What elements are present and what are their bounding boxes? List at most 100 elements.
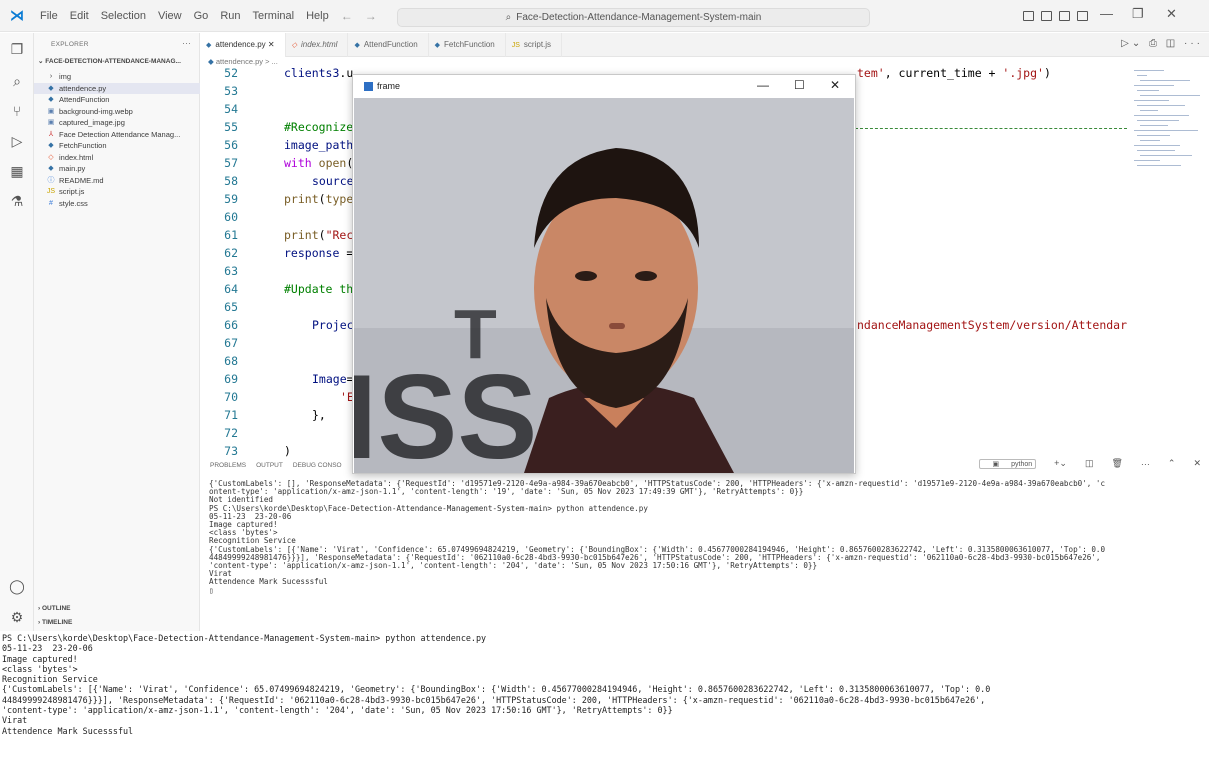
tree-item-background-img[interactable]: ▣ background-img.webp <box>34 106 200 118</box>
tree-item-attendfunction[interactable]: ◆ AttendFunction <box>34 94 200 106</box>
editor-actions[interactable]: ▷⌄ ⎙ ◫ ··· <box>1121 38 1203 49</box>
customize-layout-icon[interactable] <box>1077 11 1088 21</box>
code-line-64[interactable]: #Update th <box>284 282 353 296</box>
explorer-icon[interactable]: ❐ <box>7 39 27 59</box>
account-icon[interactable]: ◯ <box>7 576 27 596</box>
maximize-panel-icon[interactable]: ⌃ <box>1168 458 1176 469</box>
console-output[interactable]: PS C:\Users\korde\Desktop\Face-Detection… <box>0 631 1209 765</box>
frame-titlebar[interactable]: frame — ☐ ✕ <box>353 75 855 97</box>
frame-window[interactable]: frame — ☐ ✕ ISS T <box>352 74 856 474</box>
terminal-selector[interactable]: ▣ python <box>978 458 1037 469</box>
tree-item-pdf[interactable]: ⅄ Face Detection Attendance Manag... <box>34 129 200 141</box>
frame-maximize-icon[interactable]: ☐ <box>794 78 805 92</box>
command-center-search[interactable]: ⌕ Face-Detection-Attendance-Management-S… <box>397 8 870 27</box>
frame-close-icon[interactable]: ✕ <box>830 78 840 92</box>
new-terminal-icon[interactable]: +⌄ <box>1054 458 1067 469</box>
trash-icon[interactable]: 🗑 <box>1111 458 1122 469</box>
line-number: 55 <box>224 120 238 134</box>
code-line-61[interactable]: print("Rec <box>284 228 353 242</box>
code-line-71[interactable]: }, <box>312 408 326 422</box>
menu-help[interactable]: Help <box>300 10 335 22</box>
tab-debug-console[interactable]: DEBUG CONSO <box>293 462 342 469</box>
minimap-line <box>1134 145 1180 146</box>
toggle-secondary-sidebar-icon[interactable] <box>1059 11 1070 21</box>
menu-terminal[interactable]: Terminal <box>247 10 301 22</box>
minimap[interactable] <box>1128 66 1209 456</box>
forward-arrow-icon[interactable]: → <box>359 9 383 23</box>
outline-section[interactable]: › OUTLINE <box>38 605 71 612</box>
restore-icon[interactable]: ❐ <box>1132 6 1144 22</box>
line-number: 67 <box>224 336 238 350</box>
code-line-66[interactable]: Projec <box>312 318 354 332</box>
panel-actions: ▣ python +⌄ ◫ 🗑 ··· ⌃ ✕ <box>969 458 1201 469</box>
search-icon[interactable]: ⌕ <box>7 71 27 91</box>
close-icon[interactable]: ✕ <box>1166 6 1177 22</box>
code-line-59[interactable]: print(type <box>284 192 353 206</box>
close-panel-icon[interactable]: ✕ <box>1193 458 1201 469</box>
close-tab-icon[interactable]: ✕ <box>268 40 275 49</box>
line-number: 54 <box>224 102 238 116</box>
toggle-panel-icon[interactable] <box>1041 11 1052 21</box>
code-line-62[interactable]: response = <box>284 246 353 260</box>
code-line-58[interactable]: source <box>312 174 354 188</box>
tree-item-fetchfunction[interactable]: ◆ FetchFunction <box>34 140 200 152</box>
code-line-69[interactable]: Image= <box>312 372 354 386</box>
console-line: Image captured! <box>2 653 78 664</box>
tab-fetchfunction[interactable]: ◆ FetchFunction <box>429 33 506 57</box>
code-line-66-tail[interactable]: ndanceManagementSystem/version/Attendar <box>857 318 1127 332</box>
minimap-line <box>1140 110 1158 111</box>
menu-edit[interactable]: Edit <box>64 10 95 22</box>
line-number: 70 <box>224 390 238 404</box>
run-debug-icon[interactable]: ▷ <box>7 131 27 151</box>
timeline-section[interactable]: › TIMELINE <box>38 619 72 626</box>
explorer-header: EXPLORER <box>51 41 89 48</box>
tab-index-html[interactable]: ◇ index.html <box>286 33 349 57</box>
more-actions-icon[interactable]: ··· <box>1141 459 1150 469</box>
code-line-52[interactable]: clients3.u <box>284 66 353 80</box>
js-file-icon: JS <box>511 42 520 49</box>
terminal-icon: ▣ <box>992 460 1000 468</box>
code-line-52-tail[interactable]: tem', current_time + '.jpg') <box>857 66 1051 80</box>
tab-attendfunction[interactable]: ◆ AttendFunction <box>348 33 429 57</box>
diff-marker-line <box>855 128 1127 129</box>
tab-problems[interactable]: PROBLEMS <box>210 462 246 469</box>
menu-go[interactable]: Go <box>188 10 215 22</box>
console-line: Recognition Service <box>2 674 98 685</box>
menu-run[interactable]: Run <box>214 10 246 22</box>
tab-output[interactable]: OUTPUT <box>256 462 283 469</box>
console-line: Virat <box>2 715 28 726</box>
code-line-55[interactable]: #Recognize <box>284 120 353 134</box>
workspace-root[interactable]: ⌄ FACE-DETECTION-ATTENDANCE-MANAG... <box>38 57 198 65</box>
frame-minimize-icon[interactable]: — <box>757 78 769 92</box>
code-line-56[interactable]: image_path <box>284 138 353 152</box>
breadcrumb[interactable]: ◆ attendence.py > ... <box>208 57 278 66</box>
tree-item-style-css[interactable]: # style.css <box>34 198 200 210</box>
menu-view[interactable]: View <box>152 10 188 22</box>
code-line-57[interactable]: with open( <box>284 156 353 170</box>
toggle-primary-sidebar-icon[interactable] <box>1023 11 1034 21</box>
tree-item-attendence-py[interactable]: ◆ attendence.py <box>34 82 200 94</box>
tree-item-img[interactable]: › img <box>34 71 200 83</box>
split-terminal-icon[interactable]: ◫ <box>1085 458 1094 469</box>
tab-script-js[interactable]: JS script.js <box>506 33 563 57</box>
webcam-frame-image: ISS T <box>354 98 854 473</box>
tab-attendence-py[interactable]: ◆ attendence.py ✕ <box>200 33 286 57</box>
back-arrow-icon[interactable]: ← <box>335 9 359 23</box>
testing-icon[interactable]: ⚗ <box>7 191 27 211</box>
source-control-icon[interactable]: ⑂ <box>7 101 27 121</box>
settings-gear-icon[interactable]: ⚙ <box>7 607 27 627</box>
extensions-icon[interactable]: ▦ <box>7 161 27 181</box>
tree-item-script-js[interactable]: JS script.js <box>34 186 200 198</box>
menu-file[interactable]: File <box>34 10 64 22</box>
tree-item-main-py[interactable]: ◆ main.py <box>34 163 200 175</box>
terminal-output[interactable]: {'CustomLabels': [], 'ResponseMetadata':… <box>209 479 1205 595</box>
tree-item-readme[interactable]: ⓘ README.md <box>34 175 200 187</box>
tree-item-index-html[interactable]: ◇ index.html <box>34 152 200 164</box>
tree-item-captured-image[interactable]: ▣ captured_image.jpg <box>34 117 200 129</box>
more-actions-icon[interactable]: ··· <box>182 38 191 48</box>
minimap-line <box>1134 115 1189 116</box>
menu-selection[interactable]: Selection <box>95 10 152 22</box>
minimize-icon[interactable]: — <box>1100 6 1113 21</box>
image-file-icon: ▣ <box>47 119 55 126</box>
line-number: 64 <box>224 282 238 296</box>
